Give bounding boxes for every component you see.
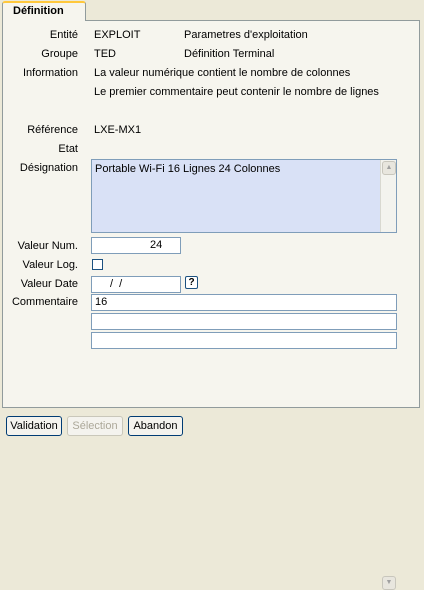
scroll-up-icon[interactable]: ▲ — [382, 161, 396, 175]
commentaire-input-2[interactable] — [91, 313, 397, 330]
abandon-button[interactable]: Abandon — [128, 416, 183, 436]
reference-value: LXE-MX1 — [94, 124, 142, 136]
information-line-2: Le premier commentaire peut contenir le … — [94, 86, 379, 98]
scroll-down-icon[interactable]: ▼ — [382, 576, 396, 590]
entite-description: Parametres d'exploitation — [184, 29, 308, 41]
etat-label: Etat — [58, 143, 78, 155]
valeur-log-label: Valeur Log. — [22, 259, 78, 271]
commentaire-input-1[interactable]: 16 — [91, 294, 397, 311]
designation-textarea[interactable]: Portable Wi-Fi 16 Lignes 24 Colonnes ▲ ▼ — [91, 159, 397, 590]
groupe-description: Définition Terminal — [184, 48, 275, 60]
information-line-1: La valeur numérique contient le nombre d… — [94, 67, 351, 79]
groupe-label: Groupe — [41, 48, 78, 60]
commentaire-input-3[interactable] — [91, 332, 397, 349]
valeur-date-label: Valeur Date — [20, 278, 78, 290]
entite-code: EXPLOIT — [94, 29, 141, 41]
commentaire-label: Commentaire — [11, 296, 78, 308]
information-label: Information — [22, 67, 78, 79]
designation-label: Désignation — [19, 162, 78, 174]
reference-label: Référence — [27, 124, 78, 136]
tab-definition[interactable]: Définition — [2, 1, 86, 21]
selection-button[interactable]: Sélection — [67, 416, 123, 436]
groupe-code: TED — [94, 48, 116, 60]
valeur-num-input[interactable]: 24 — [91, 237, 181, 254]
designation-scrollbar[interactable]: ▲ ▼ — [380, 160, 396, 590]
valeur-log-checkbox[interactable] — [92, 259, 103, 270]
help-icon[interactable]: ? — [185, 276, 198, 289]
tab-label: Définition — [13, 5, 64, 17]
designation-text: Portable Wi-Fi 16 Lignes 24 Colonnes — [95, 163, 281, 175]
valeur-date-input[interactable]: / / — [91, 276, 181, 293]
entite-label: Entité — [49, 29, 78, 41]
valeur-num-label: Valeur Num. — [17, 240, 78, 252]
validation-button[interactable]: Validation — [6, 416, 62, 436]
